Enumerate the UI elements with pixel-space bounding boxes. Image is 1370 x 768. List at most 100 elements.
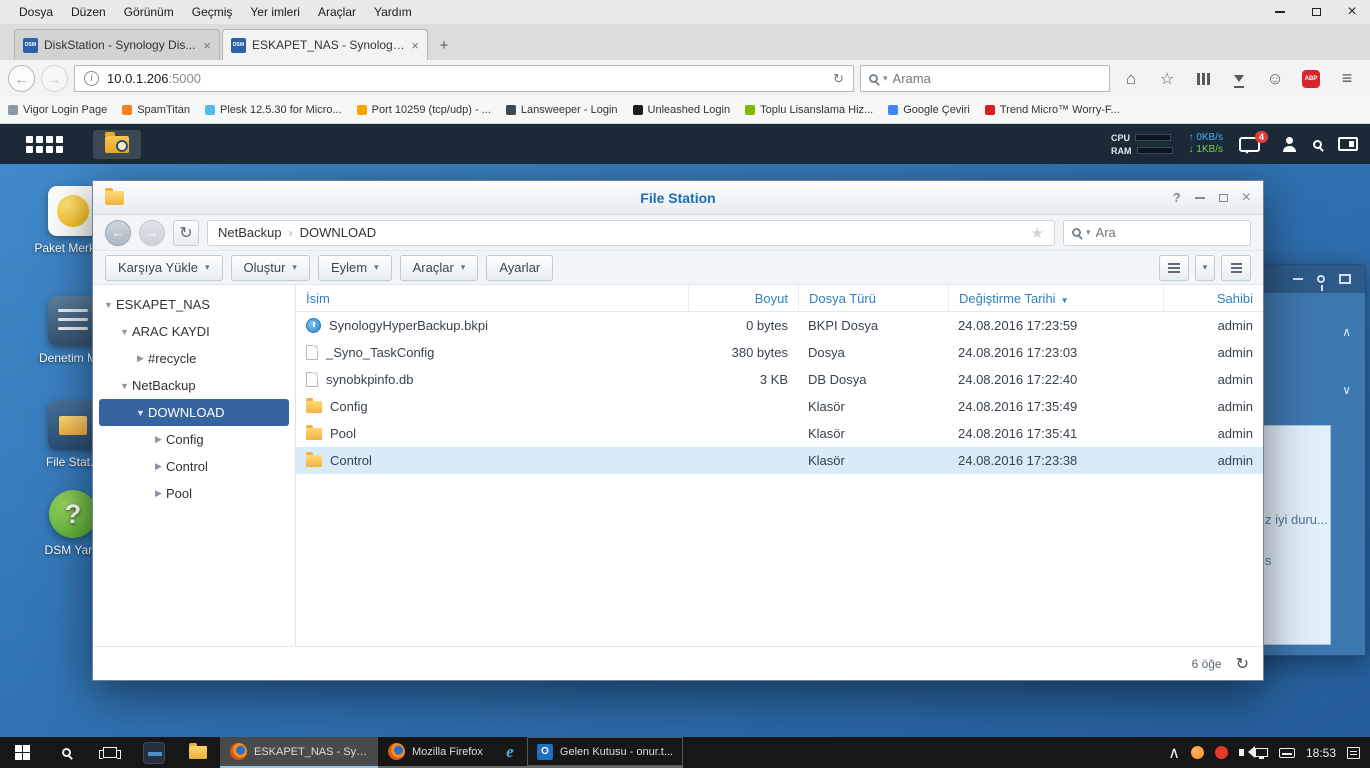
bookmark-port[interactable]: Port 10259 (tcp/udp) - ... xyxy=(357,104,491,116)
bookmark-unleashed[interactable]: Unleashed Login xyxy=(633,104,731,116)
library-button[interactable] xyxy=(1188,65,1218,93)
file-row[interactable]: Config Klasör 24.08.2016 17:35:49 admin xyxy=(296,393,1263,420)
chevron-right-icon[interactable] xyxy=(151,434,166,445)
fs-refresh-button[interactable] xyxy=(173,220,199,246)
file-row[interactable]: _Syno_TaskConfig 380 bytes Dosya 24.08.2… xyxy=(296,339,1263,366)
file-row[interactable]: Pool Klasör 24.08.2016 17:35:41 admin xyxy=(296,420,1263,447)
help-button[interactable] xyxy=(1173,189,1181,207)
pilot-view-button[interactable] xyxy=(1338,137,1358,151)
file-explorer-button[interactable] xyxy=(176,737,220,768)
tree-item-netbackup[interactable]: NetBackup xyxy=(93,372,295,399)
minimize-window-button[interactable] xyxy=(1262,0,1298,24)
tray-firefox-icon[interactable] xyxy=(1191,746,1204,759)
url-bar[interactable]: 10.0.1.206 :5000 xyxy=(74,65,854,92)
column-name[interactable]: İsim xyxy=(296,285,688,312)
adblock-plus-button[interactable] xyxy=(1296,65,1326,93)
touch-keyboard-icon[interactable] xyxy=(1279,748,1295,758)
open-app-file-station[interactable] xyxy=(93,130,141,159)
task-view-button[interactable] xyxy=(88,737,132,768)
taskbar-app-firefox[interactable]: Mozilla Firefox xyxy=(378,737,493,768)
bookmark-lansweeper[interactable]: Lansweeper - Login xyxy=(506,104,618,116)
bookmark-trend-micro[interactable]: Trend Micro™ Worry-F... xyxy=(985,104,1120,116)
pin-icon[interactable] xyxy=(1317,275,1325,283)
tab-eskapet-nas[interactable]: ESKAPET_NAS - Synology ... xyxy=(222,29,428,60)
taskbar-app-firefox-eskapet[interactable]: ESKAPET_NAS - Synol... xyxy=(220,737,378,768)
tree-item-eskapet-nas[interactable]: ESKAPET_NAS xyxy=(93,291,295,318)
taskbar-app-ie[interactable] xyxy=(493,737,527,768)
menu-tools[interactable]: Araçlar xyxy=(309,0,365,24)
create-button[interactable]: Oluştur xyxy=(231,255,310,281)
breadcrumb-download[interactable]: DOWNLOAD xyxy=(300,225,377,240)
file-row-highlighted[interactable]: Control Klasör 24.08.2016 17:23:38 admin xyxy=(296,447,1263,474)
taskbar-clock[interactable]: 18:53 xyxy=(1306,746,1336,760)
fs-back-button[interactable] xyxy=(105,220,131,246)
view-options-caret[interactable] xyxy=(1195,255,1215,281)
menu-file[interactable]: Dosya xyxy=(10,0,62,24)
search-engine-caret-icon[interactable] xyxy=(883,73,888,84)
home-button[interactable] xyxy=(1116,65,1146,93)
taskbar-app-outlook[interactable]: Gelen Kutusu - onur.t... xyxy=(527,737,683,768)
forward-button[interactable] xyxy=(41,65,68,92)
volume-icon[interactable] xyxy=(1239,749,1244,756)
column-owner[interactable]: Sahibi xyxy=(1163,285,1263,312)
scroll-down-icon[interactable] xyxy=(1342,383,1351,397)
menu-edit[interactable]: Düzen xyxy=(62,0,115,24)
tree-item-pool[interactable]: Pool xyxy=(93,480,295,507)
downloads-button[interactable] xyxy=(1224,65,1254,93)
search-bar[interactable] xyxy=(860,65,1110,92)
close-button[interactable] xyxy=(1242,189,1251,207)
notifications-button[interactable]: 4 xyxy=(1239,137,1260,152)
hidden-icons-chevron[interactable] xyxy=(1168,743,1180,763)
reload-icon[interactable] xyxy=(833,71,844,87)
open-menu-button[interactable] xyxy=(1332,65,1362,93)
chevron-right-icon[interactable] xyxy=(133,353,148,364)
dsm-search-button[interactable] xyxy=(1313,140,1322,149)
upload-button[interactable]: Karşıya Yükle xyxy=(105,255,223,281)
user-menu-button[interactable] xyxy=(1282,137,1297,152)
chevron-right-icon[interactable] xyxy=(151,461,166,472)
back-button[interactable] xyxy=(8,65,35,92)
scroll-up-icon[interactable] xyxy=(1342,325,1351,339)
bookmark-spamtitan[interactable]: SpamTitan xyxy=(122,104,190,116)
fs-forward-button[interactable] xyxy=(139,220,165,246)
action-center-icon[interactable] xyxy=(1347,747,1360,759)
new-tab-button[interactable] xyxy=(430,32,458,58)
sort-button[interactable] xyxy=(1221,255,1251,281)
fs-search-box[interactable] xyxy=(1063,220,1251,246)
main-menu-icon[interactable] xyxy=(26,136,63,153)
minimize-icon[interactable] xyxy=(1293,278,1303,280)
search-options-caret-icon[interactable] xyxy=(1086,227,1091,238)
bookmark-toplu-lisanslama[interactable]: Toplu Lisanslama Hiz... xyxy=(745,104,873,116)
file-row[interactable]: synobkpinfo.db 3 KB DB Dosya 24.08.2016 … xyxy=(296,366,1263,393)
path-bar[interactable]: NetBackup DOWNLOAD xyxy=(207,220,1055,246)
close-window-button[interactable] xyxy=(1334,0,1370,24)
menu-view[interactable]: Görünüm xyxy=(115,0,183,24)
column-size[interactable]: Boyut xyxy=(688,285,798,312)
minimize-button[interactable] xyxy=(1195,197,1205,199)
settings-button[interactable]: Ayarlar xyxy=(486,255,553,281)
feedback-smiley-button[interactable] xyxy=(1260,65,1290,93)
menu-history[interactable]: Geçmiş xyxy=(183,0,242,24)
tree-item-recycle[interactable]: #recycle xyxy=(93,345,295,372)
menu-help[interactable]: Yardım xyxy=(365,0,421,24)
bookmark-vigor[interactable]: Vigor Login Page xyxy=(8,104,107,116)
tray-antivirus-icon[interactable] xyxy=(1215,746,1228,759)
tab-diskstation[interactable]: DiskStation - Synology Dis... xyxy=(14,29,220,60)
breadcrumb-netbackup[interactable]: NetBackup xyxy=(218,225,282,240)
bookmark-plesk[interactable]: Plesk 12.5.30 for Micro... xyxy=(205,104,342,116)
maximize-button[interactable] xyxy=(1219,194,1228,202)
tab-close-icon[interactable] xyxy=(411,38,419,53)
site-info-icon[interactable] xyxy=(84,71,99,86)
fs-search-input[interactable] xyxy=(1096,225,1242,240)
tab-close-icon[interactable] xyxy=(203,38,211,53)
panel-icon[interactable] xyxy=(1339,274,1351,284)
chevron-down-icon[interactable] xyxy=(133,408,148,418)
restore-window-button[interactable] xyxy=(1298,0,1334,24)
taskbar-search-button[interactable] xyxy=(44,737,88,768)
bookmark-google-translate[interactable]: Google Çeviri xyxy=(888,104,970,116)
bookmark-star-button[interactable] xyxy=(1152,65,1182,93)
browser-search-input[interactable] xyxy=(893,71,1101,86)
chevron-down-icon[interactable] xyxy=(117,327,132,337)
column-date[interactable]: Değiştirme Tarihi xyxy=(948,285,1163,312)
pinned-app-button[interactable] xyxy=(132,737,176,768)
